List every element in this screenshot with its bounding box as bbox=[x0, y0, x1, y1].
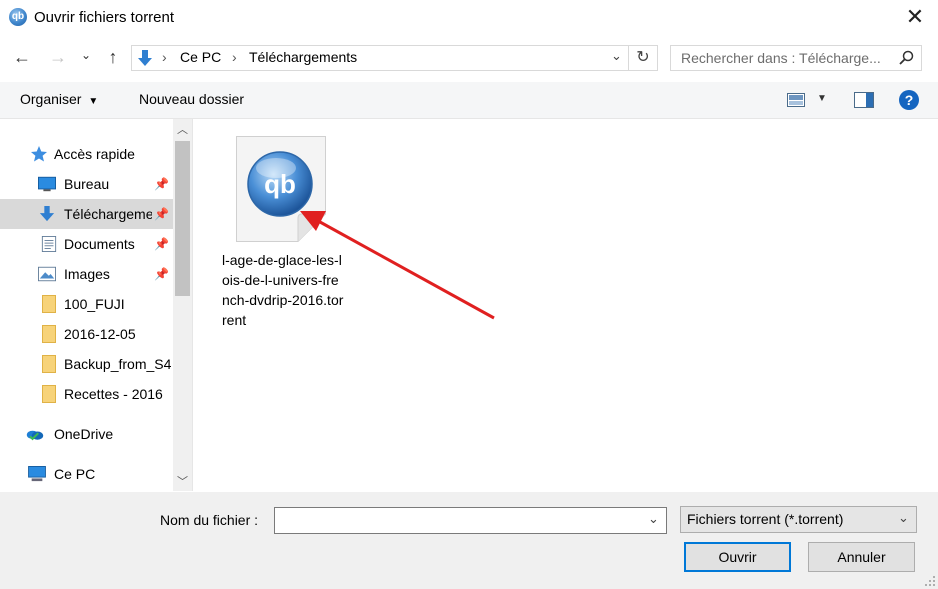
close-icon[interactable]: ✕ bbox=[892, 0, 938, 36]
filename-dropdown-chevron-icon[interactable]: ⌄ bbox=[648, 511, 659, 527]
view-mode-icon[interactable] bbox=[787, 93, 805, 107]
file-type-value: Fichiers torrent (*.torrent) bbox=[687, 511, 844, 527]
address-bar[interactable]: › Ce PC › Téléchargements ⌄ ↻ bbox=[131, 45, 658, 71]
file-type-dropdown-chevron-icon[interactable]: ⌄ bbox=[898, 510, 909, 526]
back-arrow-icon[interactable]: ← bbox=[11, 46, 33, 68]
sidebar-item-100-fuji[interactable]: 100_FUJI bbox=[0, 289, 173, 319]
sidebar-item-backup-from-s4[interactable]: Backup_from_S4 bbox=[0, 349, 173, 379]
scrollbar-thumb[interactable] bbox=[175, 141, 190, 296]
download-location-icon bbox=[138, 50, 152, 66]
organise-label: Organiser bbox=[20, 91, 82, 107]
scroll-up-chevron-icon[interactable]: ︿ bbox=[177, 121, 188, 137]
sidebar-item-bureau[interactable]: Bureau 📌 bbox=[0, 169, 173, 199]
pin-icon[interactable]: 📌 bbox=[154, 259, 169, 289]
sidebar-item-label: Documents bbox=[64, 236, 135, 252]
dropdown-triangle-icon: ▼ bbox=[88, 96, 99, 107]
address-dropdown-chevron-icon[interactable]: ⌄ bbox=[611, 48, 622, 64]
sidebar-item-images[interactable]: Images 📌 bbox=[0, 259, 173, 289]
preview-pane-icon[interactable] bbox=[854, 92, 874, 108]
folder-icon bbox=[42, 385, 56, 403]
help-icon[interactable]: ? bbox=[899, 90, 919, 110]
sidebar-item-onedrive[interactable]: OneDrive bbox=[0, 419, 173, 449]
file-type-select[interactable]: Fichiers torrent (*.torrent) ⌄ bbox=[680, 506, 917, 533]
filename-input[interactable]: ⌄ bbox=[274, 507, 667, 534]
download-arrow-icon bbox=[39, 206, 55, 222]
pin-icon[interactable]: 📌 bbox=[154, 229, 169, 259]
sidebar-item-label: Images bbox=[64, 266, 110, 282]
star-icon bbox=[31, 146, 47, 162]
breadcrumb-separator: › bbox=[232, 49, 237, 65]
cancel-button[interactable]: Annuler bbox=[808, 542, 915, 572]
sidebar-item-label: Ce PC bbox=[54, 466, 96, 482]
sidebar-item-label: Accès rapide bbox=[54, 146, 135, 162]
navigation-pane[interactable]: Accès rapide Bureau 📌 Téléchargements 📌 … bbox=[0, 119, 193, 491]
qbittorrent-app-icon: qb bbox=[9, 8, 27, 26]
desktop-icon bbox=[38, 176, 56, 192]
sidebar-item-label: Backup_from_S4 bbox=[64, 356, 172, 372]
image-icon bbox=[38, 266, 56, 282]
document-icon bbox=[41, 236, 57, 252]
resize-grip-icon[interactable] bbox=[924, 575, 936, 587]
folder-icon bbox=[42, 295, 56, 313]
breadcrumb-separator: › bbox=[162, 49, 167, 65]
sidebar-item-documents[interactable]: Documents 📌 bbox=[0, 229, 173, 259]
onedrive-icon bbox=[26, 430, 44, 441]
scroll-down-chevron-icon[interactable]: ﹀ bbox=[177, 473, 188, 489]
sidebar-item-label: Recettes - 2016 bbox=[64, 386, 163, 402]
pin-icon[interactable]: 📌 bbox=[154, 169, 169, 199]
organise-button[interactable]: Organiser ▼ bbox=[20, 91, 98, 107]
red-arrow-annotation bbox=[300, 211, 495, 320]
filename-label: Nom du fichier : bbox=[160, 512, 259, 528]
qb-logo-text: qb bbox=[264, 169, 296, 199]
sidebar-item-2016-12-05[interactable]: 2016-12-05 bbox=[0, 319, 173, 349]
sidebar-item-label: 100_FUJI bbox=[64, 296, 125, 312]
sidebar-item-telechargements[interactable]: Téléchargements 📌 bbox=[0, 199, 173, 229]
sidebar-item-acces-rapide[interactable]: Accès rapide bbox=[0, 139, 173, 169]
recent-locations-chevron-icon[interactable]: ⌄ bbox=[78, 44, 94, 66]
computer-icon bbox=[28, 466, 46, 482]
sidebar-item-recettes-2016[interactable]: Recettes - 2016 bbox=[0, 379, 173, 409]
sidebar-item-label: Téléchargements bbox=[64, 206, 152, 222]
title-bar: qb Ouvrir fichiers torrent ✕ bbox=[0, 0, 938, 36]
folder-icon bbox=[42, 325, 56, 343]
search-placeholder[interactable]: Rechercher dans : Télécharge... bbox=[681, 50, 881, 66]
command-toolbar: Organiser ▼ Nouveau dossier ▼ ? bbox=[0, 82, 938, 119]
up-arrow-icon[interactable]: ↑ bbox=[102, 46, 124, 68]
search-icon[interactable] bbox=[898, 50, 914, 66]
open-button[interactable]: Ouvrir bbox=[684, 542, 791, 572]
refresh-icon[interactable]: ↻ bbox=[628, 46, 657, 70]
folder-icon bbox=[42, 355, 56, 373]
breadcrumb-telechargements[interactable]: Téléchargements bbox=[249, 49, 357, 65]
window-title: Ouvrir fichiers torrent bbox=[34, 9, 175, 26]
breadcrumb-ce-pc[interactable]: Ce PC bbox=[180, 49, 221, 65]
forward-arrow-icon[interactable]: → bbox=[47, 46, 69, 68]
sidebar-item-label: Bureau bbox=[64, 176, 110, 192]
sidebar-item-label: 2016-12-05 bbox=[64, 326, 136, 342]
new-folder-button[interactable]: Nouveau dossier bbox=[139, 91, 244, 107]
pin-icon[interactable]: 📌 bbox=[154, 199, 169, 229]
search-box[interactable]: Rechercher dans : Télécharge... bbox=[670, 45, 922, 71]
sidebar-item-label: OneDrive bbox=[54, 426, 114, 442]
view-dropdown-icon[interactable]: ▼ bbox=[817, 93, 827, 104]
sidebar-item-ce-pc[interactable]: Ce PC bbox=[0, 459, 173, 489]
